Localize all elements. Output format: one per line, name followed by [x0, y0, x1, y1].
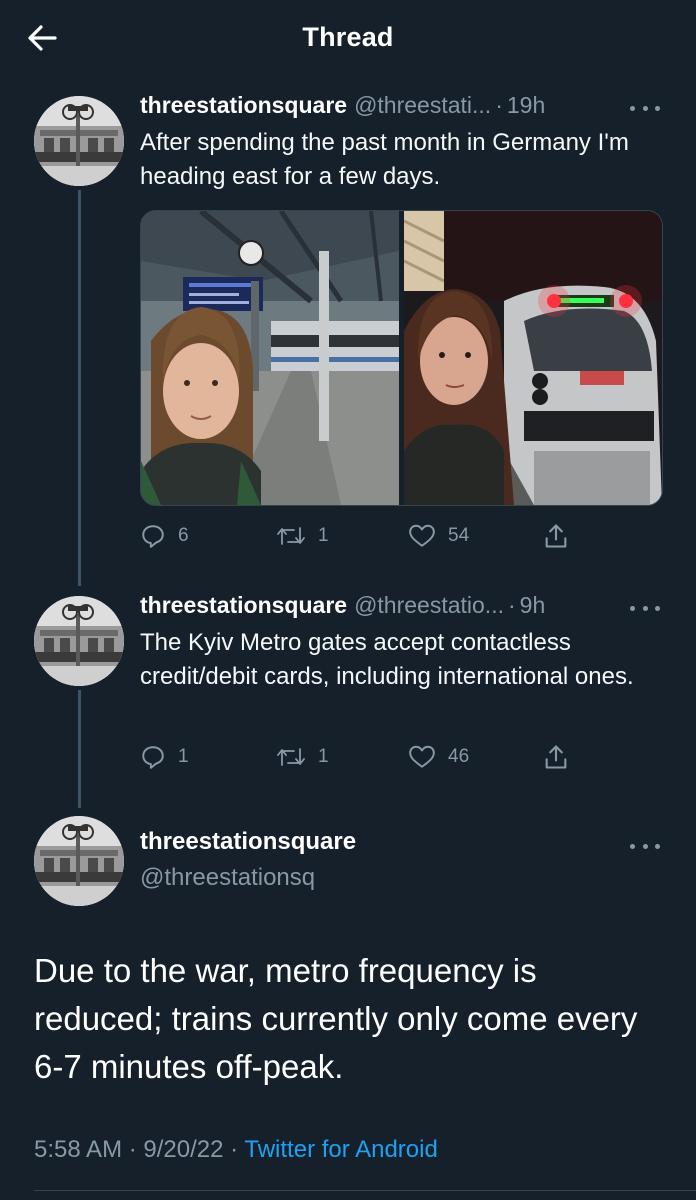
retweet-icon — [277, 527, 305, 545]
page-title: Thread — [302, 22, 394, 52]
more-icon[interactable] — [630, 836, 660, 856]
separator-dot: · — [507, 592, 516, 618]
tweet-text: The Kyiv Metro gates accept contactless … — [140, 629, 634, 690]
thread-connector — [78, 190, 81, 586]
tweet-timestamp: 5:58 AM — [34, 1136, 123, 1163]
thread-connector — [78, 690, 81, 808]
photo-platform-selfie[interactable] — [141, 211, 400, 505]
separator-dot: · — [230, 1136, 239, 1163]
share-button[interactable] — [542, 739, 570, 775]
more-icon[interactable] — [630, 598, 660, 618]
retweet-button[interactable]: 1 — [276, 518, 329, 554]
reply-button[interactable]: 6 — [140, 518, 189, 554]
separator-dot: · — [495, 92, 503, 118]
tweet-time[interactable]: 9h — [520, 592, 546, 619]
tweet-text: After spending the past month in Germany… — [140, 129, 629, 190]
avatar[interactable] — [34, 816, 124, 906]
tweet-header: threestationsquare @threestati... · 19h — [140, 92, 545, 124]
tweet-actions: 6 1 54 — [140, 518, 580, 554]
tweet-header: threestationsquare @threestatio... · 9h — [140, 592, 545, 624]
top-bar: Thread — [0, 0, 696, 78]
avatar[interactable] — [34, 96, 124, 186]
user-handle[interactable]: @threestatio... — [354, 592, 504, 619]
share-icon — [545, 524, 567, 548]
retweet-button[interactable]: 1 — [276, 739, 329, 775]
display-name[interactable]: threestationsquare — [140, 592, 347, 619]
like-button[interactable]: 46 — [408, 739, 469, 775]
like-count: 46 — [448, 746, 470, 767]
avatar[interactable] — [34, 596, 124, 686]
display-name[interactable]: threestationsquare — [140, 828, 356, 856]
retweet-count: 1 — [318, 746, 329, 767]
separator-dot: · — [128, 1136, 137, 1163]
like-count: 54 — [448, 525, 470, 546]
reply-count: 6 — [178, 525, 189, 546]
media-grid — [140, 210, 663, 506]
tweet-date: 9/20/22 — [143, 1136, 224, 1163]
main-tweet-text: Due to the war, metro frequency is reduc… — [34, 952, 638, 1085]
share-icon — [545, 745, 567, 769]
tweet-metadata: 5:58 AM · 9/20/22 · Twitter for Android — [34, 1136, 438, 1164]
reply-icon — [142, 746, 164, 769]
photo-red-train-selfie[interactable] — [403, 211, 663, 505]
tweet-source-link[interactable]: Twitter for Android — [244, 1136, 437, 1163]
divider — [34, 1190, 696, 1191]
tweet-actions: 1 1 46 — [140, 739, 580, 775]
like-icon — [409, 745, 435, 768]
tweet-time[interactable]: 19h — [507, 92, 545, 119]
user-handle[interactable]: @threestationsq — [140, 864, 315, 892]
more-icon[interactable] — [630, 98, 660, 118]
reply-count: 1 — [178, 746, 189, 767]
like-button[interactable]: 54 — [408, 518, 469, 554]
retweet-icon — [277, 748, 305, 766]
retweet-count: 1 — [318, 525, 329, 546]
like-icon — [409, 524, 435, 547]
user-handle[interactable]: @threestati... — [354, 92, 491, 119]
share-button[interactable] — [542, 518, 570, 554]
display-name[interactable]: threestationsquare — [140, 92, 347, 119]
reply-icon — [142, 525, 164, 548]
reply-button[interactable]: 1 — [140, 739, 189, 775]
